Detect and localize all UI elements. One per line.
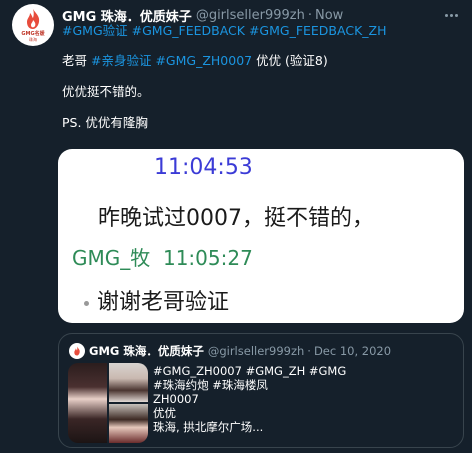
- avatar[interactable]: GMG名媛 珠海: [12, 4, 54, 46]
- chat-message-1: 昨晚试过0007，挺不错的，: [98, 206, 374, 231]
- chat-timestamp-2: 11:05:27: [162, 246, 253, 270]
- text-prefix: 老哥: [62, 53, 91, 68]
- quoted-text-line: 珠海, 拱北摩尔广场...: [153, 420, 264, 434]
- tweet-card[interactable]: GMG名媛 珠海 GMG 珠海．优质妹子 @girlseller999zh · …: [0, 0, 472, 453]
- quoted-text-line: #GMG_ZH0007 #GMG_ZH #GMG: [153, 364, 347, 378]
- tweet-text-line-3: 优优挺不错的。: [62, 84, 150, 99]
- text-suffix: 优优 (验证8): [252, 53, 328, 68]
- quoted-author-handle: @girlseller999zh: [207, 344, 305, 358]
- more-options-icon[interactable]: [440, 6, 462, 24]
- quoted-text-line: ZH0007: [153, 392, 199, 406]
- chat-timestamp-1: 11:04:53: [154, 155, 253, 180]
- quoted-author-name: GMG 珠海．优质妹子: [89, 344, 204, 358]
- quoted-separator: ·: [307, 344, 311, 358]
- hashtag-link[interactable]: #亲身验证: [91, 53, 151, 68]
- hashtag-link[interactable]: #GMG_FEEDBACK_ZH: [249, 23, 387, 38]
- chat-sender-line: GMG_牧 11:05:27: [72, 242, 253, 271]
- quoted-photo-3: [109, 404, 148, 443]
- quoted-text-line: 优优: [153, 406, 176, 420]
- quoted-tweet[interactable]: GMG 珠海．优质妹子 @girlseller999zh · Dec 10, 2…: [58, 333, 464, 448]
- quoted-photo-1: [68, 363, 107, 443]
- author-handle[interactable]: @girlseller999zh: [196, 8, 305, 23]
- media-image[interactable]: 11:04:53 昨晚试过0007，挺不错的， GMG_牧 11:05:27 谢…: [58, 149, 464, 323]
- quoted-header: GMG 珠海．优质妹子 @girlseller999zh · Dec 10, 2…: [89, 343, 391, 359]
- header-separator: ·: [307, 7, 312, 23]
- flame-logo-icon: [27, 9, 40, 29]
- tweet-text-line-4: PS. 优优有隆胸: [62, 115, 148, 130]
- chat-message-2-text: 谢谢老哥验证: [97, 290, 230, 315]
- tweet-header: GMG 珠海．优质妹子 @girlseller999zh · Now: [62, 6, 343, 25]
- bullet-dot: [84, 300, 89, 306]
- quoted-avatar: [69, 343, 85, 359]
- avatar-logo-subtext: 珠海: [29, 37, 37, 42]
- flame-logo-icon: [74, 346, 80, 356]
- quoted-media-grid: [68, 363, 148, 443]
- tweet-text-line-2: 老哥 #亲身验证 #GMG_ZH0007 优优 (验证8): [62, 53, 328, 69]
- hashtag-link[interactable]: #GMG_FEEDBACK: [132, 23, 245, 38]
- quoted-photo-2: [109, 363, 148, 402]
- chat-message-2: 谢谢老哥验证: [84, 284, 229, 316]
- hashtag-link[interactable]: #GMG验证: [62, 23, 128, 38]
- tweet-timestamp[interactable]: Now: [315, 8, 343, 23]
- chat-sender-name: GMG_牧: [72, 246, 151, 270]
- hashtag-link[interactable]: #GMG_ZH0007: [155, 53, 252, 68]
- quoted-date: Dec 10, 2020: [313, 344, 392, 358]
- quoted-text-line: #珠海约炮 #珠海楼凤: [153, 378, 268, 392]
- author-name[interactable]: GMG 珠海．优质妹子: [62, 6, 192, 25]
- tweet-hashtags-line: #GMG验证 #GMG_FEEDBACK #GMG_FEEDBACK_ZH: [62, 23, 386, 39]
